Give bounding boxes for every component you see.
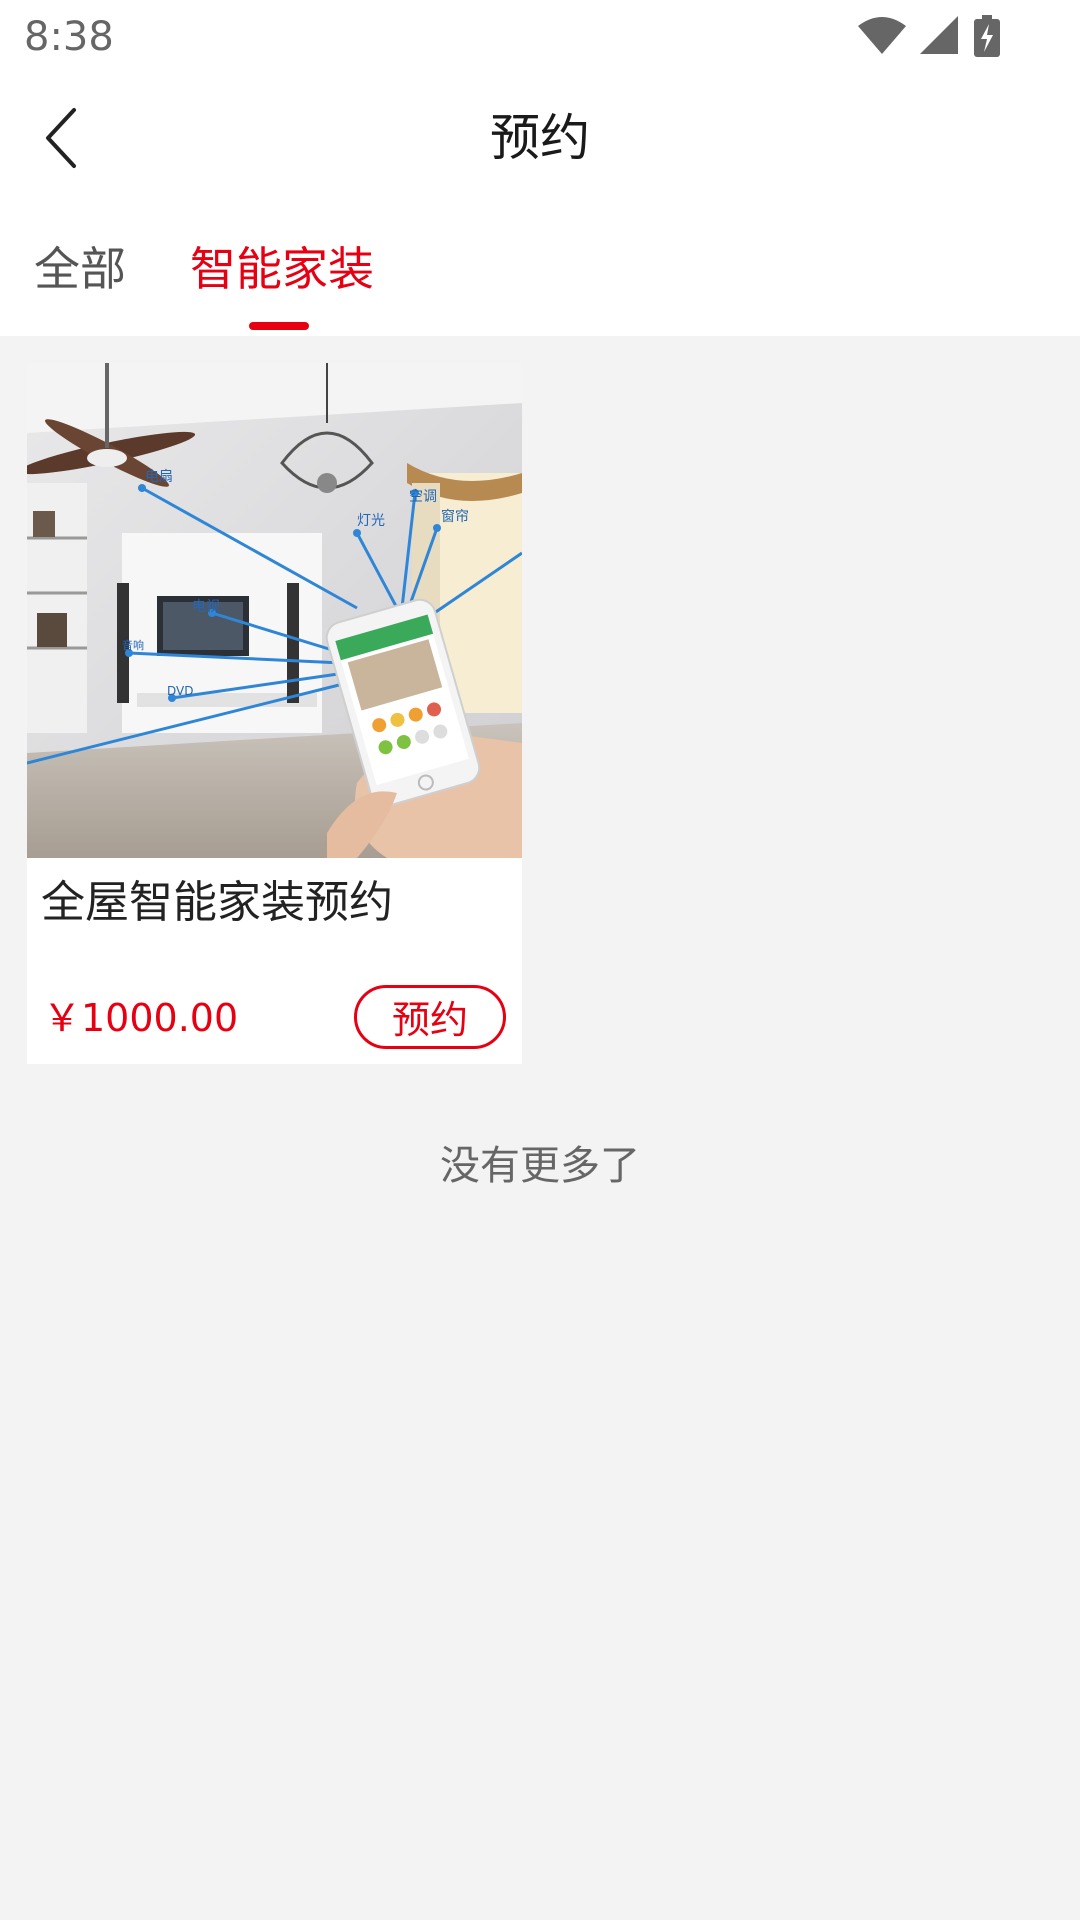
image-label-fan: 电扇 xyxy=(145,469,173,485)
product-price: ￥1000.00 xyxy=(43,996,239,1040)
product-image: 电扇 灯光 空调 窗帘 电视 音响 DVD xyxy=(27,363,522,858)
product-title: 全屋智能家装预约 xyxy=(41,877,393,928)
product-card[interactable]: 电扇 灯光 空调 窗帘 电视 音响 DVD 全屋智能家装预约 ￥1000.00 … xyxy=(27,363,522,1064)
back-button[interactable] xyxy=(28,102,100,174)
tab-smart-home[interactable]: 智能家装 xyxy=(190,234,374,304)
reserve-button[interactable]: 预约 xyxy=(354,985,506,1049)
status-bar: 8:38 xyxy=(0,0,1080,72)
image-label-tv: 电视 xyxy=(192,599,220,615)
image-label-curtain: 窗帘 xyxy=(441,508,469,525)
status-time: 8:38 xyxy=(24,14,114,60)
app-page: 8:38 预约 全部 智能家装 电扇 灯光 空调 窗帘 电视 音响 DVD 全屋… xyxy=(0,0,1080,1920)
chevron-left-icon xyxy=(46,108,76,168)
page-title: 预约 xyxy=(490,109,590,167)
image-label-speaker: 音响 xyxy=(122,638,144,652)
cell-signal-icon xyxy=(920,16,958,54)
image-label-dvd: DVD xyxy=(167,684,193,698)
image-label-ac: 空调 xyxy=(409,489,437,505)
no-more-text: 没有更多了 xyxy=(440,1143,640,1189)
wifi-icon xyxy=(858,17,906,54)
battery-charging-icon xyxy=(974,15,1000,57)
active-tab-indicator xyxy=(249,322,309,330)
status-icons xyxy=(858,14,1000,58)
tab-all[interactable]: 全部 xyxy=(34,234,126,304)
app-bar: 预约 xyxy=(0,72,1080,204)
image-label-light: 灯光 xyxy=(357,513,385,529)
category-tabs: 全部 智能家装 xyxy=(0,204,1080,336)
